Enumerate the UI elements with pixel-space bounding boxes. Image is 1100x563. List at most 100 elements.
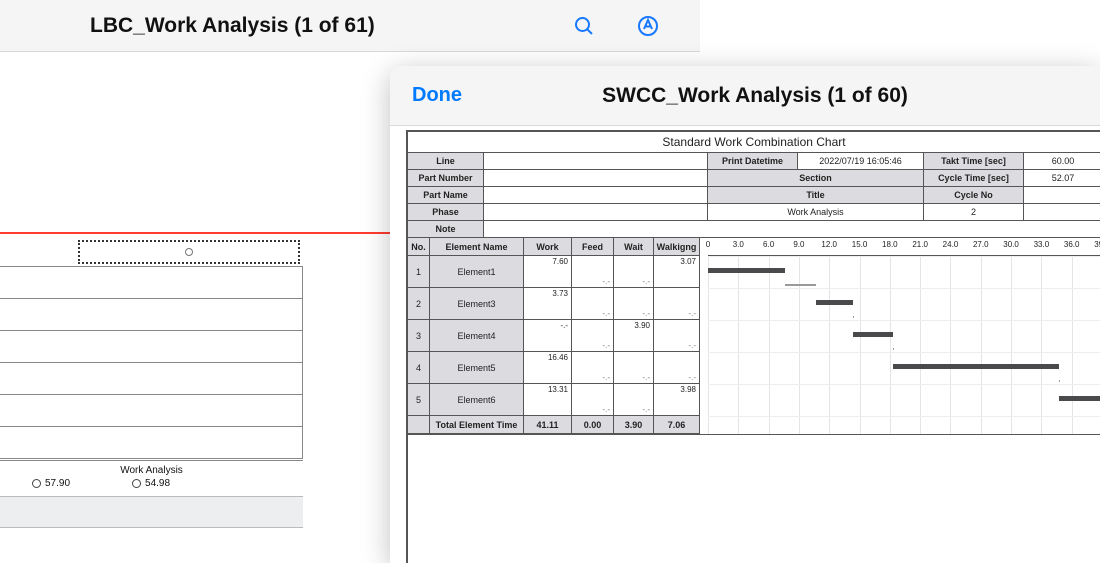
row-wait: -.- — [614, 256, 654, 287]
total-label: Total Element Time — [430, 416, 524, 433]
doc-blank — [408, 434, 1100, 563]
axis-tick: 18.0 — [882, 240, 898, 249]
gridline — [708, 256, 709, 434]
label-takt: Takt Time [sec] — [924, 153, 1024, 169]
search-icon[interactable] — [570, 12, 598, 40]
label-cycle-no: Cycle No — [924, 187, 1024, 203]
value-print-dt: 2022/07/19 16:05:46 — [798, 153, 924, 169]
label-phase: Phase — [408, 204, 484, 220]
row-name: Element3 — [430, 288, 524, 319]
lbc-strip — [0, 496, 303, 528]
gridline — [708, 288, 1100, 289]
gantt-connector — [1059, 380, 1060, 382]
row-wait: -.- — [614, 384, 654, 415]
swcc-title: SWCC_Work Analysis (1 of 60) — [462, 84, 1078, 108]
gridline — [708, 352, 1100, 353]
value-cycle-no: 2 — [924, 204, 1024, 220]
chart-axis: 03.06.09.012.015.018.021.024.027.030.033… — [708, 238, 1100, 256]
element-table-total: Total Element Time 41.11 0.00 3.90 7.06 — [408, 416, 699, 434]
row-walk: 3.98 — [654, 384, 699, 415]
axis-tick: 21.0 — [912, 240, 928, 249]
selection-box[interactable] — [78, 240, 300, 264]
value-line — [484, 153, 708, 169]
gridline — [708, 384, 1100, 385]
swcc-document[interactable]: Standard Work Combination Chart Line Pri… — [406, 130, 1100, 563]
value-takt: 60.00 — [1024, 153, 1100, 169]
row-work: 3.73 — [524, 288, 572, 319]
hdr-row-1: Line Print Datetime 2022/07/19 16:05:46 … — [408, 153, 1100, 170]
axis-tick: 30.0 — [1003, 240, 1019, 249]
row-no: 1 — [408, 256, 430, 287]
gridline — [708, 416, 1100, 417]
total-wait: 3.90 — [614, 416, 654, 433]
label-partnum: Part Number — [408, 170, 484, 186]
lbc-title: LBC_Work Analysis (1 of 61) — [90, 14, 375, 38]
total-feed: 0.00 — [572, 416, 614, 433]
label-partname: Part Name — [408, 187, 484, 203]
element-table-head: No. Element Name Work Feed Wait Walkigng — [408, 238, 699, 256]
value-partname — [484, 187, 708, 203]
hdr-row-3: Part Name Title Cycle No — [408, 187, 1100, 204]
value-title: Work Analysis — [708, 204, 924, 220]
axis-tick: 0 — [706, 240, 710, 249]
row-work: 7.60 — [524, 256, 572, 287]
row-no: 2 — [408, 288, 430, 319]
table-row: 5Element613.31-.--.-3.98 — [408, 384, 699, 416]
gridline — [1072, 256, 1073, 434]
value-cycle-time: 52.07 — [1024, 170, 1100, 186]
lbc-footer: Work Analysis 57.90 54.98 — [0, 460, 303, 495]
row-walk: -.- — [654, 352, 699, 383]
table-row: 1Element17.60-.--.-3.07 — [408, 256, 699, 288]
lbc-toolbar: LBC_Work Analysis (1 of 61) — [0, 0, 700, 52]
gantt-connector — [853, 316, 854, 318]
value-note — [484, 221, 1100, 237]
table-row: 2Element33.73-.--.--.- — [408, 288, 699, 320]
total-work: 41.11 — [524, 416, 572, 433]
value-partnum — [484, 170, 708, 186]
gridline — [769, 256, 770, 434]
col-walk: Walkigng — [654, 238, 699, 255]
gantt-bar — [1059, 396, 1100, 401]
col-no: No. — [408, 238, 430, 255]
gridline — [708, 256, 1100, 257]
gridline — [829, 256, 830, 434]
label-cycle-time: Cycle Time [sec] — [924, 170, 1024, 186]
doc-main: No. Element Name Work Feed Wait Walkigng… — [408, 238, 1100, 434]
lbc-table — [0, 266, 303, 459]
row-feed: -.- — [572, 384, 614, 415]
gridline — [708, 320, 1100, 321]
markup-icon[interactable] — [634, 12, 662, 40]
row-work: -.- — [524, 320, 572, 351]
gantt-connector — [893, 348, 894, 350]
gridline — [799, 256, 800, 434]
table-row: 3Element4-.--.-3.90-.- — [408, 320, 699, 352]
row-wait: 3.90 — [614, 320, 654, 351]
axis-tick: 39.0 — [1094, 240, 1100, 249]
axis-tick: 12.0 — [821, 240, 837, 249]
lbc-value-1[interactable]: 57.90 — [32, 478, 70, 489]
gridline — [1011, 256, 1012, 434]
label-print-dt: Print Datetime — [708, 153, 798, 169]
done-button[interactable]: Done — [412, 84, 462, 107]
axis-tick: 36.0 — [1064, 240, 1080, 249]
swcc-window: Done SWCC_Work Analysis (1 of 60) Standa… — [390, 66, 1100, 563]
lbc-footer-title: Work Analysis — [28, 465, 275, 476]
row-no: 3 — [408, 320, 430, 351]
axis-tick: 9.0 — [793, 240, 804, 249]
row-wait: -.- — [614, 288, 654, 319]
gridline — [890, 256, 891, 434]
gridline — [1041, 256, 1042, 434]
axis-tick: 33.0 — [1034, 240, 1050, 249]
row-no: 5 — [408, 384, 430, 415]
lbc-value-2[interactable]: 54.98 — [132, 478, 170, 489]
label-note: Note — [408, 221, 484, 237]
row-walk: 3.07 — [654, 256, 699, 287]
row-work: 16.46 — [524, 352, 572, 383]
row-name: Element4 — [430, 320, 524, 351]
gantt-bar — [853, 332, 892, 337]
col-work: Work — [524, 238, 572, 255]
row-wait: -.- — [614, 352, 654, 383]
row-walk: -.- — [654, 288, 699, 319]
swcc-toolbar: Done SWCC_Work Analysis (1 of 60) — [390, 66, 1100, 126]
gridline — [738, 256, 739, 434]
